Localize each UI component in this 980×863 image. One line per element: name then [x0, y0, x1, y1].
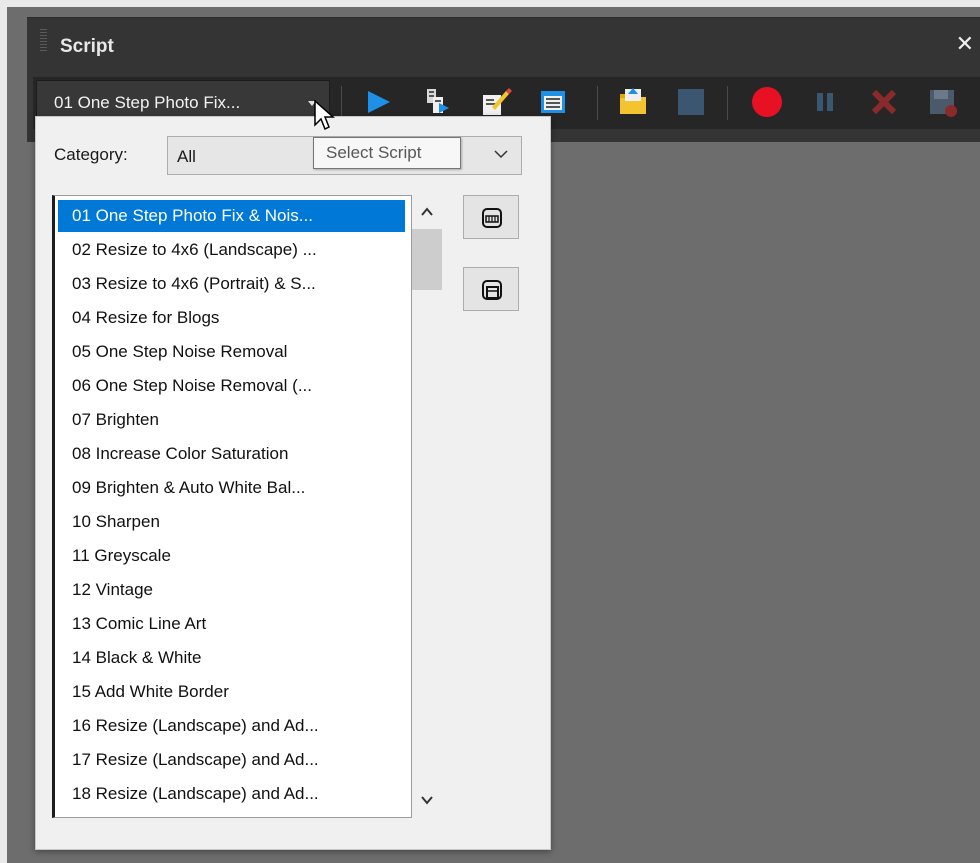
cancel-recording-button[interactable]: [867, 85, 901, 119]
stop-icon: [678, 89, 704, 115]
run-script-button[interactable]: [362, 85, 396, 119]
script-list-item[interactable]: 12 Vintage: [58, 574, 405, 606]
save-recording-button[interactable]: [925, 85, 959, 119]
script-list-item[interactable]: 10 Sharpen: [58, 506, 405, 538]
chevron-down-icon: [494, 150, 508, 159]
script-list-item[interactable]: 17 Resize (Landscape) and Ad...: [58, 744, 405, 776]
toolbar-separator: [341, 86, 342, 120]
list-view-button[interactable]: [463, 267, 519, 311]
window-edge-left: [0, 0, 7, 863]
palette-gripper-icon[interactable]: [40, 29, 47, 53]
run-icon: [368, 91, 390, 113]
toolbar-separator: [727, 86, 728, 120]
mouse-cursor-icon: [314, 99, 335, 131]
open-folder-icon: [620, 88, 646, 114]
edit-script-icon: [483, 88, 512, 115]
script-list-scrollbar[interactable]: [412, 195, 442, 818]
scroll-down-icon[interactable]: [420, 793, 434, 807]
thumbnail-view-icon: [482, 208, 502, 228]
thumbnail-view-button[interactable]: [463, 195, 519, 239]
text-editor-button[interactable]: [536, 85, 570, 119]
palette-title: Script: [60, 36, 114, 57]
script-list-item[interactable]: 18 Resize (Landscape) and Ad...: [58, 778, 405, 810]
stop-script-button[interactable]: [674, 85, 708, 119]
select-script-tooltip: Select Script: [313, 137, 461, 169]
record-script-button[interactable]: [750, 85, 784, 119]
scroll-thumb[interactable]: [412, 229, 442, 290]
script-list-item[interactable]: 01 One Step Photo Fix & Nois...: [58, 200, 405, 232]
run-editor-icon: [427, 89, 449, 113]
script-list-item[interactable]: 09 Brighten & Auto White Bal...: [58, 472, 405, 504]
record-icon: [752, 87, 782, 117]
scroll-up-icon[interactable]: [420, 205, 434, 219]
script-list-item[interactable]: 13 Comic Line Art: [58, 608, 405, 640]
script-list-item[interactable]: 11 Greyscale: [58, 540, 405, 572]
save-icon: [930, 90, 957, 117]
toolbar-separator: [597, 86, 598, 120]
script-list-item[interactable]: 05 One Step Noise Removal: [58, 336, 405, 368]
script-list-item[interactable]: 16 Resize (Landscape) and Ad...: [58, 710, 405, 742]
script-dropdown-panel: Category: All 01 One Step Photo Fix & No…: [35, 116, 551, 850]
open-script-button[interactable]: [616, 85, 650, 119]
script-combo-value: 01 One Step Photo Fix...: [54, 93, 241, 112]
text-editor-icon: [541, 91, 565, 113]
close-button[interactable]: ✕: [956, 34, 974, 56]
script-list[interactable]: 01 One Step Photo Fix & Nois... 02 Resize…: [52, 195, 412, 818]
script-list-item[interactable]: 08 Increase Color Saturation: [58, 438, 405, 470]
script-list-item[interactable]: 04 Resize for Blogs: [58, 302, 405, 334]
window-edge-top: [0, 0, 980, 7]
pause-icon: [817, 93, 833, 111]
edit-script-button[interactable]: [478, 85, 512, 119]
script-list-item[interactable]: 14 Black & White: [58, 642, 405, 674]
run-with-editor-button[interactable]: [420, 85, 454, 119]
script-list-item[interactable]: 15 Add White Border: [58, 676, 405, 708]
list-view-icon: [482, 280, 502, 300]
script-list-item[interactable]: 02 Resize to 4x6 (Landscape) ...: [58, 234, 405, 266]
script-list-item[interactable]: 06 One Step Noise Removal (...: [58, 370, 405, 402]
cancel-icon: [871, 89, 897, 115]
script-list-item[interactable]: 07 Brighten: [58, 404, 405, 436]
category-select-value: All: [177, 147, 196, 166]
category-label: Category:: [54, 145, 128, 164]
pause-recording-button[interactable]: [808, 85, 842, 119]
script-list-item[interactable]: 03 Resize to 4x6 (Portrait) & S...: [58, 268, 405, 300]
